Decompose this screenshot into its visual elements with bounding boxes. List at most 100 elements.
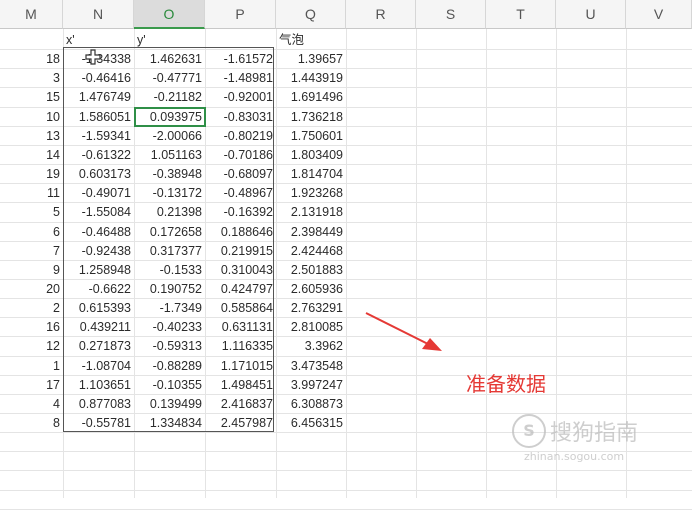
cell-M-row11[interactable]: 7 [0, 242, 63, 260]
cell-M-row9[interactable]: 5 [0, 203, 63, 221]
cell-P-row17[interactable]: 1.171015 [205, 357, 276, 375]
cell-Q-row19[interactable]: 6.308873 [276, 395, 346, 413]
cell-N-row10[interactable]: -0.46488 [63, 223, 134, 241]
cell-O-row11[interactable]: 0.317377 [134, 242, 205, 260]
cell-P-row18[interactable]: 1.498451 [205, 376, 276, 394]
cell-Q-row9[interactable]: 2.131918 [276, 203, 346, 221]
cell-N-row2[interactable]: -0.46416 [63, 69, 134, 87]
header-cell-N[interactable]: x' [63, 31, 134, 49]
cell-P-row12[interactable]: 0.310043 [205, 261, 276, 279]
cell-Q-row4[interactable]: 1.736218 [276, 108, 346, 126]
cell-M-row16[interactable]: 12 [0, 337, 63, 355]
cell-P-row15[interactable]: 0.631131 [205, 318, 276, 336]
header-cell-O[interactable]: y' [134, 31, 205, 49]
cell-N-row3[interactable]: 1.476749 [63, 88, 134, 106]
cell-O-row13[interactable]: 0.190752 [134, 280, 205, 298]
cell-M-row7[interactable]: 19 [0, 165, 63, 183]
cell-N-row16[interactable]: 0.271873 [63, 337, 134, 355]
cell-Q-row11[interactable]: 2.424468 [276, 242, 346, 260]
cell-P-row11[interactable]: 0.219915 [205, 242, 276, 260]
column-header-V[interactable]: V [626, 0, 692, 29]
cell-P-row14[interactable]: 0.585864 [205, 299, 276, 317]
cell-P-row7[interactable]: -0.68097 [205, 165, 276, 183]
cell-M-row17[interactable]: 1 [0, 357, 63, 375]
cell-N-row20[interactable]: -0.55781 [63, 414, 134, 432]
cell-Q-row13[interactable]: 2.605936 [276, 280, 346, 298]
cell-P-row13[interactable]: 0.424797 [205, 280, 276, 298]
cell-P-row5[interactable]: -0.80219 [205, 127, 276, 145]
cell-Q-row10[interactable]: 2.398449 [276, 223, 346, 241]
cell-M-row8[interactable]: 11 [0, 184, 63, 202]
cell-O-row20[interactable]: 1.334834 [134, 414, 205, 432]
cell-O-row15[interactable]: -0.40233 [134, 318, 205, 336]
cell-N-row13[interactable]: -0.6622 [63, 280, 134, 298]
column-header-R[interactable]: R [346, 0, 416, 29]
cell-O-row2[interactable]: -0.47771 [134, 69, 205, 87]
cell-P-row19[interactable]: 2.416837 [205, 395, 276, 413]
cell-Q-row6[interactable]: 1.803409 [276, 146, 346, 164]
cell-Q-row3[interactable]: 1.691496 [276, 88, 346, 106]
column-header-M[interactable]: M [0, 0, 63, 29]
cell-N-row5[interactable]: -1.59341 [63, 127, 134, 145]
cell-P-row9[interactable]: -0.16392 [205, 203, 276, 221]
cell-O-row16[interactable]: -0.59313 [134, 337, 205, 355]
cell-N-row14[interactable]: 0.615393 [63, 299, 134, 317]
column-header-S[interactable]: S [416, 0, 486, 29]
cell-Q-row8[interactable]: 1.923268 [276, 184, 346, 202]
cell-N-row9[interactable]: -1.55084 [63, 203, 134, 221]
cell-Q-row17[interactable]: 3.473548 [276, 357, 346, 375]
cell-P-row20[interactable]: 2.457987 [205, 414, 276, 432]
cell-O-row6[interactable]: 1.051163 [134, 146, 205, 164]
cell-Q-row5[interactable]: 1.750601 [276, 127, 346, 145]
cell-Q-row2[interactable]: 1.443919 [276, 69, 346, 87]
cell-M-row20[interactable]: 8 [0, 414, 63, 432]
cell-M-row3[interactable]: 15 [0, 88, 63, 106]
cell-O-row14[interactable]: -1.7349 [134, 299, 205, 317]
cell-P-row6[interactable]: -0.70186 [205, 146, 276, 164]
cell-P-row2[interactable]: -1.48981 [205, 69, 276, 87]
cell-M-row10[interactable]: 6 [0, 223, 63, 241]
cell-O-row8[interactable]: -0.13172 [134, 184, 205, 202]
cell-O-row1[interactable]: 1.462631 [134, 50, 205, 68]
cell-N-row15[interactable]: 0.439211 [63, 318, 134, 336]
cell-M-row14[interactable]: 2 [0, 299, 63, 317]
cell-Q-row1[interactable]: 1.39657 [276, 50, 346, 68]
cell-M-row15[interactable]: 16 [0, 318, 63, 336]
column-header-O[interactable]: O [134, 0, 205, 29]
column-header-P[interactable]: P [205, 0, 276, 29]
cell-M-row12[interactable]: 9 [0, 261, 63, 279]
cell-M-row4[interactable]: 10 [0, 108, 63, 126]
cell-Q-row15[interactable]: 2.810085 [276, 318, 346, 336]
cell-Q-row16[interactable]: 3.3962 [276, 337, 346, 355]
cell-M-row19[interactable]: 4 [0, 395, 63, 413]
cell-Q-row12[interactable]: 2.501883 [276, 261, 346, 279]
cell-Q-row18[interactable]: 3.997247 [276, 376, 346, 394]
cell-M-row18[interactable]: 17 [0, 376, 63, 394]
cell-O-row5[interactable]: -2.00066 [134, 127, 205, 145]
cell-N-row6[interactable]: -0.61322 [63, 146, 134, 164]
cell-M-row5[interactable]: 13 [0, 127, 63, 145]
cell-M-row2[interactable]: 3 [0, 69, 63, 87]
header-cell-Q[interactable]: 气泡 [276, 31, 346, 49]
cell-P-row1[interactable]: -1.61572 [205, 50, 276, 68]
cell-O-row10[interactable]: 0.172658 [134, 223, 205, 241]
cell-M-row6[interactable]: 14 [0, 146, 63, 164]
cell-N-row7[interactable]: 0.603173 [63, 165, 134, 183]
cell-N-row12[interactable]: 1.258948 [63, 261, 134, 279]
cell-P-row4[interactable]: -0.83031 [205, 108, 276, 126]
cell-P-row10[interactable]: 0.188646 [205, 223, 276, 241]
cell-O-row9[interactable]: 0.21398 [134, 203, 205, 221]
cell-M-row13[interactable]: 20 [0, 280, 63, 298]
cell-Q-row7[interactable]: 1.814704 [276, 165, 346, 183]
cell-N-row18[interactable]: 1.103651 [63, 376, 134, 394]
cell-N-row1[interactable]: -1.34338 [63, 50, 134, 68]
cell-N-row17[interactable]: -1.08704 [63, 357, 134, 375]
cell-P-row8[interactable]: -0.48967 [205, 184, 276, 202]
cell-P-row3[interactable]: -0.92001 [205, 88, 276, 106]
cell-O-row19[interactable]: 0.139499 [134, 395, 205, 413]
cell-P-row16[interactable]: 1.116335 [205, 337, 276, 355]
cell-O-row7[interactable]: -0.38948 [134, 165, 205, 183]
cell-N-row11[interactable]: -0.92438 [63, 242, 134, 260]
cell-O-row18[interactable]: -0.10355 [134, 376, 205, 394]
cell-N-row19[interactable]: 0.877083 [63, 395, 134, 413]
